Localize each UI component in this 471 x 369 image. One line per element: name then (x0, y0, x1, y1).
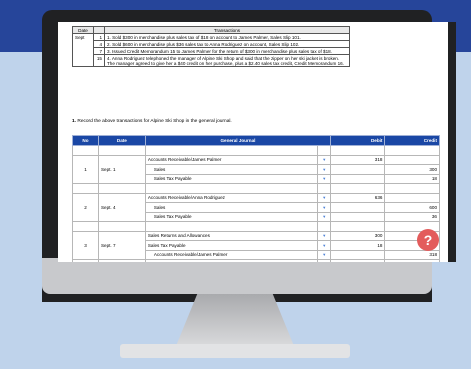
transaction-day: 15 (93, 54, 105, 67)
general-journal-table: No Date General Journal Debit Credit 1 S… (72, 135, 440, 262)
transaction-month: Sept (72, 33, 94, 67)
date-header: Date (97, 135, 146, 146)
account-select[interactable]: Accounts Receivable/Anna Rodriguez (144, 192, 319, 203)
spacer-row (72, 183, 440, 194)
spacer-row (72, 259, 440, 262)
transactions-header: Transactions (104, 26, 350, 34)
dropdown-arrow-icon[interactable]: ▼ (317, 211, 332, 222)
credit-input[interactable] (384, 154, 440, 165)
account-select[interactable]: Sales (144, 202, 319, 213)
dropdown-arrow-icon[interactable]: ▼ (317, 154, 332, 165)
entry-date: Sept. 4 (97, 192, 146, 222)
entry-number: 1 (72, 154, 99, 184)
transaction-text: 2. Sold $600 in merchandise plus $36 sal… (104, 40, 350, 48)
monitor-base (120, 344, 350, 358)
spacer-row (72, 145, 440, 156)
dropdown-arrow-icon[interactable]: ▼ (317, 173, 332, 184)
debit-input[interactable]: 18 (330, 240, 386, 251)
credit-input[interactable]: 318 (384, 249, 440, 260)
account-select[interactable]: Accounts Receivable/James Palmer (144, 249, 319, 260)
entry-number: 2 (72, 192, 99, 222)
journal-row: 2 Sept. 4 Accounts Receivable/Anna Rodri… (72, 192, 440, 222)
transaction-text: 4. Anna Rodriguez telephoned the manager… (104, 54, 350, 67)
dropdown-arrow-icon[interactable]: ▼ (317, 249, 332, 260)
question-number: 1. (72, 119, 77, 124)
question-prompt: 1. Record the above transactions for Alp… (72, 119, 232, 124)
transaction-day: 4 (93, 40, 105, 48)
credit-input[interactable]: 600 (384, 202, 440, 213)
monitor-screen: Date Transactions Sept 1 1. Sold $300 in… (58, 22, 450, 262)
transactions-header-row: Date Transactions (72, 26, 350, 34)
journal-header-row: No Date General Journal Debit Credit (72, 135, 440, 146)
debit-input[interactable]: 300 (330, 230, 386, 241)
date-header: Date (72, 26, 94, 34)
no-header: No (72, 135, 99, 146)
monitor-chin (42, 258, 432, 294)
debit-input[interactable]: 318 (330, 154, 386, 165)
debit-input[interactable] (330, 164, 386, 175)
account-select[interactable]: Sales (144, 164, 319, 175)
transaction-row: 7 3. Issued Credit Memorandum 15 to Jame… (73, 47, 350, 55)
credit-input[interactable]: 18 (384, 173, 440, 184)
transaction-day: 1 (93, 33, 105, 41)
account-select[interactable]: Sales Tax Payable (144, 240, 319, 251)
transaction-row: Sept 1 1. Sold $300 in merchandise plus … (72, 33, 350, 67)
monitor-bezel-edge (448, 22, 456, 262)
journal-row: 1 Sept. 1 Accounts Receivable/James Palm… (72, 154, 440, 184)
general-journal-header: General Journal (144, 135, 332, 146)
dropdown-arrow-icon[interactable]: ▼ (317, 192, 332, 203)
dropdown-arrow-icon[interactable]: ▼ (317, 240, 332, 251)
transaction-text: 3. Issued Credit Memorandum 15 to James … (104, 47, 350, 55)
credit-input[interactable]: 300 (384, 164, 440, 175)
transaction-row: 15 4. Anna Rodriguez telephoned the mana… (73, 54, 350, 67)
dropdown-arrow-icon[interactable]: ▼ (317, 230, 332, 241)
transactions-table: Date Transactions Sept 1 1. Sold $300 in… (72, 26, 350, 67)
credit-header: Credit (384, 135, 440, 146)
debit-input[interactable] (330, 173, 386, 184)
debit-input[interactable]: 636 (330, 192, 386, 203)
account-select[interactable]: Sales Returns and Allowances (144, 230, 319, 241)
journal-row: 3 Sept. 7 Sales Returns and Allowances ▼… (72, 230, 440, 260)
debit-input[interactable] (330, 202, 386, 213)
entry-number: 3 (72, 230, 99, 260)
credit-input[interactable] (384, 192, 440, 203)
debit-input[interactable] (330, 249, 386, 260)
help-icon[interactable]: ? (417, 229, 439, 251)
credit-input[interactable]: 36 (384, 211, 440, 222)
question-text: Record the above transactions for Alpine… (77, 119, 232, 124)
debit-header: Debit (330, 135, 386, 146)
entry-date: Sept. 7 (97, 230, 146, 260)
dropdown-arrow-icon[interactable]: ▼ (317, 164, 332, 175)
debit-input[interactable] (330, 211, 386, 222)
transaction-day: 7 (93, 47, 105, 55)
entry-date: Sept. 1 (97, 154, 146, 184)
transaction-text: 1. Sold $300 in merchandise plus sales t… (104, 33, 350, 41)
account-select[interactable]: Sales Tax Payable (144, 211, 319, 222)
account-select[interactable]: Accounts Receivable/James Palmer (144, 154, 319, 165)
account-select[interactable]: Sales Tax Payable (144, 173, 319, 184)
day-header (93, 26, 105, 34)
dropdown-arrow-icon[interactable]: ▼ (317, 202, 332, 213)
transaction-row: 4 2. Sold $600 in merchandise plus $36 s… (73, 40, 350, 48)
spacer-row (72, 221, 440, 232)
